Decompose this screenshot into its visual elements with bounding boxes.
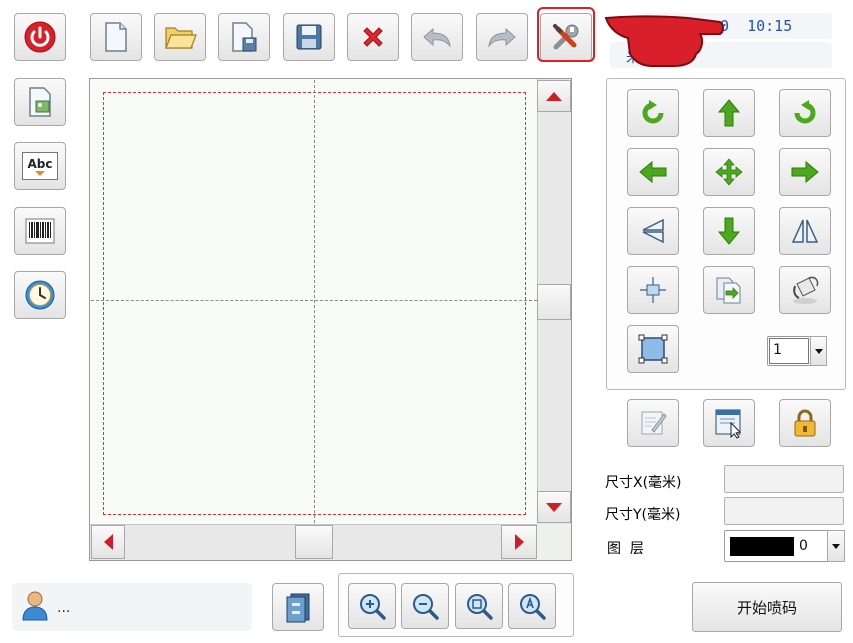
zoom-in-icon xyxy=(360,594,386,620)
triangle-right-icon xyxy=(514,534,524,550)
save-as-icon xyxy=(232,22,257,52)
frame-select-icon xyxy=(638,334,668,364)
size-x-label: 尺寸X(毫米) xyxy=(605,475,682,491)
layer-label: 图 层 xyxy=(607,541,644,557)
size-y-label: 尺寸Y(毫米) xyxy=(605,507,681,523)
flip-vertical-icon xyxy=(642,218,664,244)
user-avatar-icon xyxy=(22,591,48,621)
start-print-label: 开始喷码 xyxy=(736,598,797,617)
size-y-field[interactable] xyxy=(724,497,844,525)
zoom-out-button[interactable] xyxy=(401,583,449,629)
rotate-left-icon xyxy=(642,100,664,124)
triangle-up-icon xyxy=(546,91,562,101)
flip-vertical-button[interactable] xyxy=(627,207,679,255)
layer-value: 0 xyxy=(799,538,808,554)
flip-horizontal-icon xyxy=(791,219,819,243)
center-move-button[interactable] xyxy=(703,148,755,196)
arrow-left-icon xyxy=(639,160,667,184)
chevron-down-icon xyxy=(35,170,45,176)
scroll-left-button[interactable] xyxy=(91,525,125,559)
center-guide-horizontal xyxy=(91,300,537,301)
layer-color-swatch xyxy=(730,537,794,556)
edit-properties-button[interactable] xyxy=(627,399,679,447)
center-guide-vertical xyxy=(314,80,315,523)
fill-bucket-button[interactable] xyxy=(779,266,831,314)
paint-bucket-icon xyxy=(793,276,819,304)
triangle-left-icon xyxy=(103,534,113,550)
barcode-icon xyxy=(25,218,55,244)
clock-icon xyxy=(25,280,55,310)
edit-document-icon xyxy=(641,411,667,435)
insert-barcode-button[interactable] xyxy=(14,207,66,255)
time-text: 0 10:15 xyxy=(720,17,793,35)
move-left-button[interactable] xyxy=(627,148,679,196)
file-cabinet-icon xyxy=(286,593,310,623)
save-button[interactable] xyxy=(283,13,335,61)
arrow-down-icon xyxy=(717,217,741,245)
redo-button[interactable] xyxy=(476,13,528,61)
fit-frame-button[interactable] xyxy=(627,325,679,373)
copy-document-icon xyxy=(716,277,741,304)
move-up-button[interactable] xyxy=(703,89,755,137)
scroll-down-button[interactable] xyxy=(537,491,571,523)
size-x-field[interactable] xyxy=(724,465,844,493)
file-manager-button[interactable] xyxy=(272,583,324,631)
power-icon xyxy=(24,21,56,53)
spacing-dropdown-button[interactable] xyxy=(810,336,827,366)
spacing-value: 1 xyxy=(773,342,782,358)
arrow-right-icon xyxy=(791,160,819,184)
insert-time-button[interactable] xyxy=(14,271,66,319)
lock-button[interactable] xyxy=(779,399,831,447)
chevron-down-icon xyxy=(814,348,823,354)
abc-label: Abc xyxy=(27,156,53,171)
zoom-fit-icon xyxy=(467,594,493,620)
settings-highlight xyxy=(537,7,595,62)
insert-image-icon xyxy=(29,87,51,117)
insert-image-button[interactable] xyxy=(14,78,66,126)
scroll-right-button[interactable] xyxy=(501,525,537,559)
open-file-button[interactable] xyxy=(154,13,206,61)
zoom-out-icon xyxy=(413,594,439,620)
chevron-down-icon xyxy=(832,543,840,549)
move-right-button[interactable] xyxy=(779,148,831,196)
vertical-scroll-thumb[interactable] xyxy=(537,284,571,320)
horizontal-scroll-thumb[interactable] xyxy=(295,525,333,559)
zoom-fit-button[interactable] xyxy=(455,583,503,629)
new-file-button[interactable] xyxy=(90,13,142,61)
arrow-up-icon xyxy=(717,99,741,127)
window-pointer-icon xyxy=(715,409,741,439)
move-down-button[interactable] xyxy=(703,207,755,255)
zoom-in-button[interactable] xyxy=(348,583,396,629)
lock-icon xyxy=(794,409,816,437)
rotate-right-icon xyxy=(794,100,816,124)
insert-text-button[interactable]: Abc xyxy=(14,142,66,190)
scroll-up-button[interactable] xyxy=(537,80,571,112)
delete-icon xyxy=(363,27,383,47)
flip-horizontal-button[interactable] xyxy=(779,207,831,255)
layer-dropdown-button[interactable] xyxy=(827,530,845,562)
zoom-actual-button[interactable] xyxy=(508,583,556,629)
delete-button[interactable] xyxy=(347,13,399,61)
zoom-actual-size-icon xyxy=(520,594,546,620)
text-abc-icon: Abc xyxy=(22,152,58,180)
rotate-left-button[interactable] xyxy=(627,89,679,137)
align-center-button[interactable] xyxy=(627,266,679,314)
save-as-button[interactable] xyxy=(218,13,270,61)
copy-object-button[interactable] xyxy=(703,266,755,314)
new-file-icon xyxy=(105,22,127,52)
move-all-directions-icon xyxy=(715,158,743,186)
redo-icon xyxy=(488,27,516,48)
select-object-button[interactable] xyxy=(703,399,755,447)
open-folder-icon xyxy=(165,27,197,49)
undo-button[interactable] xyxy=(411,13,463,61)
pointing-hand-icon xyxy=(604,15,724,67)
save-icon xyxy=(296,24,322,50)
undo-icon xyxy=(423,27,451,48)
user-text: ... xyxy=(57,600,71,616)
triangle-down-icon xyxy=(546,502,562,512)
power-button[interactable] xyxy=(14,13,66,61)
crosshair-center-icon xyxy=(640,277,666,303)
rotate-right-button[interactable] xyxy=(779,89,831,137)
start-print-button[interactable]: 开始喷码 xyxy=(692,582,842,632)
